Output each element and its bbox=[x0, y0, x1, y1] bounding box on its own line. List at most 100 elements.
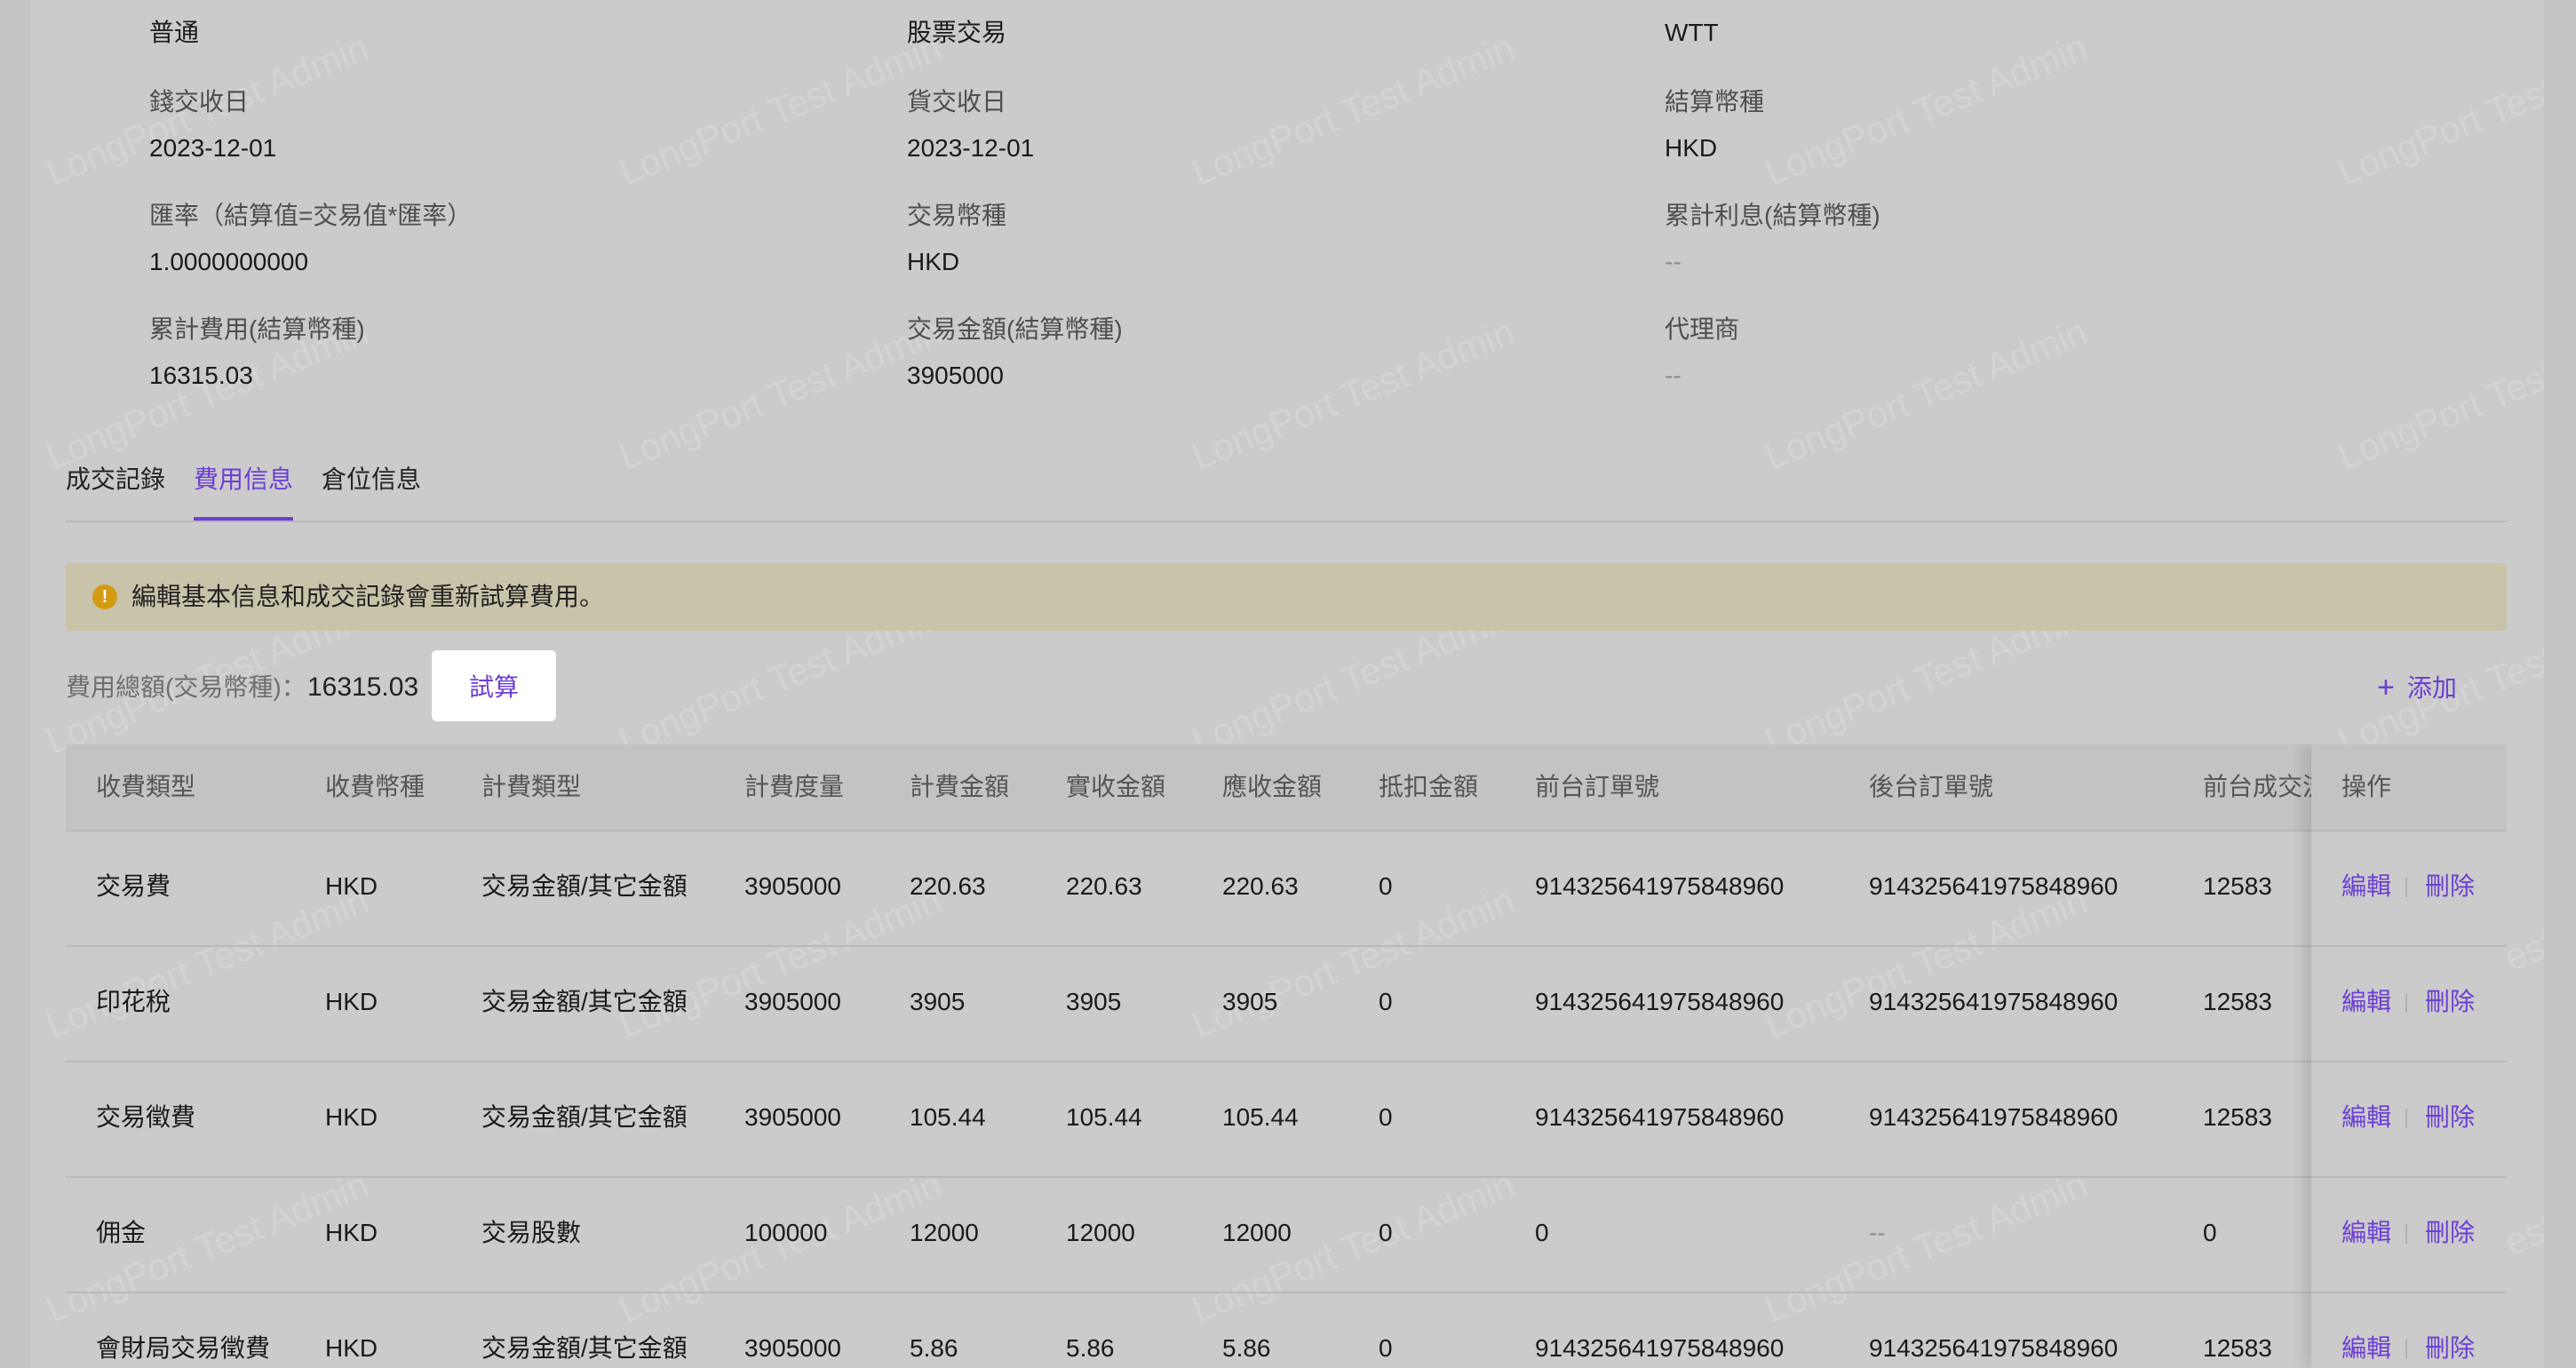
recalc-warning-alert: ! 編輯基本信息和成交記錄會重新試算費用。 bbox=[66, 563, 2507, 631]
action-divider bbox=[2405, 878, 2407, 897]
active-tab-indicator bbox=[194, 517, 293, 521]
tab-position-info[interactable]: 倉位信息 bbox=[322, 464, 421, 496]
edit-link[interactable]: 編輯 bbox=[2341, 871, 2391, 903]
table-row: 會財局交易徵費 HKD 交易金額/其它金額 3905000 5.86 5.86 5.86 0 9… bbox=[66, 1293, 2507, 1368]
table-cell: 5.86 bbox=[910, 1334, 958, 1362]
table-cell: 0 bbox=[1535, 1219, 1549, 1246]
info-label: 貨交收日 bbox=[907, 88, 1007, 115]
fee-total-value: 16315.03 bbox=[307, 672, 419, 702]
tab-trade-records[interactable]: 成交記錄 bbox=[66, 464, 165, 496]
table-header: 收費類型 收費幣種 計費類型 計費度量 計費金額 實收金額 應收金額 抵扣金額 … bbox=[66, 744, 2507, 831]
info-value: 16315.03 bbox=[149, 362, 253, 389]
tab-fee-info[interactable]: 費用信息 bbox=[194, 464, 293, 496]
table-cell: 12583 bbox=[2203, 1334, 2272, 1362]
table-cell: 914325641975848960 bbox=[1869, 872, 2119, 900]
table-cell: 交易徵費 bbox=[96, 1103, 196, 1131]
table-cell: 3905000 bbox=[744, 1334, 842, 1362]
edit-link[interactable]: 編輯 bbox=[2341, 1217, 2391, 1249]
column-header: 操作 bbox=[2341, 773, 2392, 800]
delete-link[interactable]: 刪除 bbox=[2425, 1217, 2475, 1249]
info-value: HKD bbox=[907, 248, 960, 275]
info-label: 代理商 bbox=[1665, 315, 1740, 343]
action-divider bbox=[2405, 993, 2407, 1013]
info-cash-settlement-date: 錢交收日 2023-12-01 bbox=[149, 87, 276, 163]
table-cell: 12583 bbox=[2203, 1103, 2272, 1131]
info-value: 普通 bbox=[149, 19, 200, 46]
table-cell: 0 bbox=[2203, 1219, 2217, 1246]
fee-total-label: 費用總額(交易幣種)： bbox=[66, 673, 306, 701]
edit-link[interactable]: 編輯 bbox=[2341, 986, 2391, 1018]
table-cell: 交易金額/其它金額 bbox=[481, 872, 688, 900]
table-cell: 220.63 bbox=[1066, 872, 1142, 900]
table-cell: 220.63 bbox=[1222, 872, 1299, 900]
table-cell: 12583 bbox=[2203, 872, 2272, 900]
delete-link[interactable]: 刪除 bbox=[2425, 986, 2475, 1018]
actions-cell: 編輯 刪除 bbox=[2311, 1293, 2507, 1368]
table-cell: 914325641975848960 bbox=[1869, 1334, 2119, 1362]
actions-cell: 編輯 刪除 bbox=[2311, 831, 2507, 947]
column-header: 收費幣種 bbox=[325, 773, 425, 800]
table-cell: 0 bbox=[1379, 988, 1393, 1015]
column-header: 抵扣金額 bbox=[1379, 773, 1479, 800]
info-label: 錢交收日 bbox=[149, 88, 250, 115]
delete-link[interactable]: 刪除 bbox=[2425, 1102, 2475, 1133]
column-header-actions: 操作 bbox=[2311, 744, 2507, 831]
column-header: 實收金額 bbox=[1066, 773, 1166, 800]
table-cell: 220.63 bbox=[910, 872, 986, 900]
table-row: 交易徵費 HKD 交易金額/其它金額 3905000 105.44 105.44 105.4… bbox=[66, 1062, 2507, 1178]
table-cell: 100000 bbox=[744, 1219, 828, 1246]
action-divider bbox=[2405, 1340, 2407, 1359]
delete-link[interactable]: 刪除 bbox=[2425, 1332, 2475, 1364]
calculate-button[interactable]: 試算 bbox=[432, 650, 556, 721]
delete-link[interactable]: 刪除 bbox=[2425, 871, 2475, 903]
add-fee-button[interactable]: + 添加 bbox=[2377, 670, 2457, 706]
info-exchange-rate: 匯率（結算值=交易值*匯率） 1.0000000000 bbox=[149, 201, 472, 277]
table-cell: 3905000 bbox=[744, 1103, 842, 1131]
table-cell: 會財局交易徵費 bbox=[96, 1334, 271, 1362]
info-value: -- bbox=[1665, 248, 1682, 275]
info-accrued-interest: 累計利息(結算幣種) -- bbox=[1665, 201, 1880, 277]
table-cell: 0 bbox=[1379, 1334, 1393, 1362]
actions-column: 操作 編輯 刪除 編輯 刪除 編輯 刪除 編輯 刪除 編輯 刪除 bbox=[2311, 744, 2507, 1368]
table-cell: 交易金額/其它金額 bbox=[481, 1103, 688, 1131]
table-cell: 914325641975848960 bbox=[1535, 988, 1785, 1015]
page-scrollbar[interactable] bbox=[2544, 0, 2576, 1368]
edit-link[interactable]: 編輯 bbox=[2341, 1102, 2391, 1133]
info-label: 交易幣種 bbox=[907, 202, 1007, 229]
info-value: WTT bbox=[1665, 19, 1719, 46]
column-header: 前台成交流 bbox=[2203, 773, 2328, 800]
table-cell: HKD bbox=[325, 872, 378, 900]
table-cell: HKD bbox=[325, 1103, 378, 1131]
info-label: 累計費用(結算幣種) bbox=[149, 315, 365, 343]
table-cell: 5.86 bbox=[1222, 1334, 1271, 1362]
edit-link[interactable]: 編輯 bbox=[2341, 1332, 2391, 1364]
alert-text: 編輯基本信息和成交記錄會重新試算費用。 bbox=[131, 583, 605, 610]
column-header: 前台訂單號 bbox=[1535, 773, 1660, 800]
exclamation-circle-icon: ! bbox=[92, 585, 117, 609]
tab-bar: 成交記錄 費用信息 倉位信息 bbox=[66, 453, 2507, 522]
table-cell: 0 bbox=[1379, 1103, 1393, 1131]
table-cell: 105.44 bbox=[1066, 1103, 1142, 1131]
table-cell: 12000 bbox=[910, 1219, 979, 1246]
table-row: 交易費 HKD 交易金額/其它金額 3905000 220.63 220.63 220.63… bbox=[66, 831, 2507, 947]
table-cell: 交易金額/其它金額 bbox=[481, 1334, 688, 1362]
info-label: 交易金額(結算幣種) bbox=[907, 315, 1123, 343]
table-cell: 3905 bbox=[910, 988, 966, 1015]
table-cell: 12000 bbox=[1066, 1219, 1135, 1246]
table-cell: 佣金 bbox=[96, 1219, 147, 1246]
table-row: 印花稅 HKD 交易金額/其它金額 3905000 3905 3905 3905 0 91432… bbox=[66, 947, 2507, 1062]
column-header: 後台訂單號 bbox=[1869, 773, 1994, 800]
fee-table: 收費類型 收費幣種 計費類型 計費度量 計費金額 實收金額 應收金額 抵扣金額 … bbox=[66, 744, 2507, 1368]
info-goods-settlement-date: 貨交收日 2023-12-01 bbox=[907, 87, 1034, 163]
table-cell: 0 bbox=[1379, 872, 1393, 900]
table-cell: 3905 bbox=[1222, 988, 1278, 1015]
info-value: HKD bbox=[1665, 134, 1718, 162]
table-cell: HKD bbox=[325, 1334, 378, 1362]
info-agent: 代理商 -- bbox=[1665, 314, 1739, 391]
table-cell: 交易金額/其它金額 bbox=[481, 988, 688, 1015]
info-value-type: 普通 bbox=[149, 18, 199, 48]
column-header: 應收金額 bbox=[1222, 773, 1323, 800]
column-header: 收費類型 bbox=[96, 773, 196, 800]
add-button-label: 添加 bbox=[2406, 674, 2457, 702]
table-cell: 12583 bbox=[2203, 988, 2272, 1015]
